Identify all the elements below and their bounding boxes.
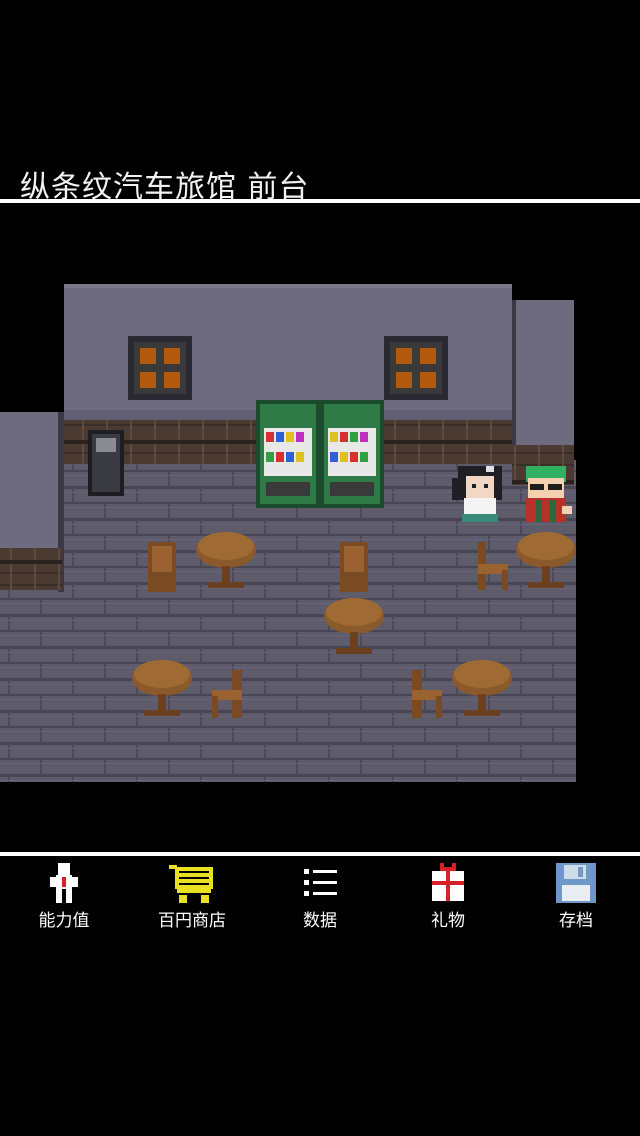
shop-button[interactable]: 百円商店 (128, 860, 256, 940)
toolbar-divider (0, 852, 640, 856)
list-icon (294, 860, 346, 906)
bottom-toolbar: 能力值 百円商店 数据 礼物 存档 (0, 860, 640, 940)
window-left (128, 336, 192, 400)
save-label: 存档 (559, 911, 593, 931)
right-wall (512, 300, 574, 485)
data-label: 数据 (303, 911, 337, 931)
stats-label: 能力值 (38, 911, 90, 931)
data-button[interactable]: 数据 (256, 860, 384, 940)
floppy-disk-icon (550, 860, 602, 906)
window-right (384, 336, 448, 400)
trash-bin (88, 430, 124, 496)
gift-label: 礼物 (431, 911, 465, 931)
save-button[interactable]: 存档 (512, 860, 640, 940)
game-scene[interactable] (0, 280, 580, 790)
stats-button[interactable]: 能力值 (0, 860, 128, 940)
gift-button[interactable]: 礼物 (384, 860, 512, 940)
gift-icon (422, 860, 474, 906)
vending-machine-left (256, 400, 320, 508)
shop-label: 百円商店 (158, 911, 226, 931)
vending-machine-right (320, 400, 384, 508)
shopping-cart-icon (166, 860, 218, 906)
person-icon (38, 860, 90, 906)
left-wall (0, 412, 64, 592)
title-divider (0, 199, 640, 203)
